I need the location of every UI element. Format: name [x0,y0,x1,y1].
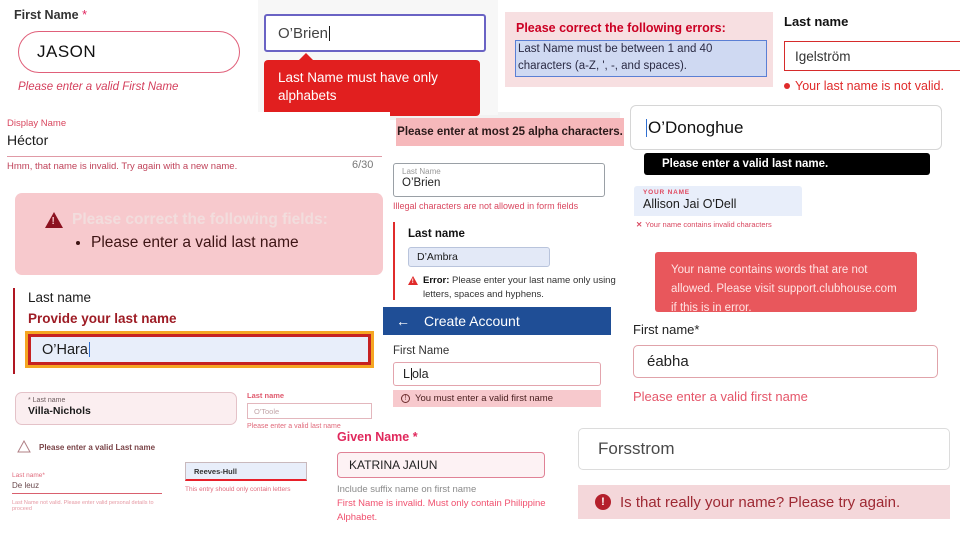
last-name-input[interactable]: O'Toole [247,403,372,419]
app-header-bar: ← Create Account [383,307,611,335]
last-name-value: Villa-Nichols [28,405,91,417]
back-arrow-icon[interactable]: ← [396,313,410,329]
display-name-input[interactable]: Héctor [7,132,390,148]
display-name-error: Hmm, that name is invalid. Try again wit… [7,161,238,172]
error-message: Is that really your name? Please try aga… [620,493,901,511]
error-summary-detail: Last Name must be between 1 and 40 chara… [515,40,767,77]
info-circle-icon: ! [401,394,410,403]
last-name-error: Illegal characters are not allowed in fo… [393,201,579,211]
panel-villa-nichols[interactable]: * Last name Villa-Nichols [15,392,237,425]
error-banner-list: Please enter a valid last name [77,234,383,252]
cross-icon: ✕ [636,220,643,229]
panel-forsstrom-input[interactable]: Forsstrom [578,428,950,470]
last-name-input[interactable]: Last Name O’Brien [393,163,605,197]
list-item: Please enter a valid last name [91,234,383,252]
panel-your-name: YOUR NAME Allison Jai O'Dell ✕ Your name … [634,186,806,234]
error-text: Please enter your last name only using l… [423,275,616,300]
last-name-error: Error: Please enter your last name only … [408,274,621,302]
your-name-input[interactable]: YOUR NAME Allison Jai O'Dell [634,186,802,216]
last-name-input[interactable]: O’Donoghue [630,105,942,150]
last-name-floating-label: Last Name [402,167,441,176]
warning-triangle-icon [17,440,31,453]
first-name-label: First Name [393,345,450,357]
text-caret [329,25,331,41]
last-name-input[interactable]: Reeves-Hull [185,462,307,481]
character-counter: 6/30 [352,159,374,171]
last-name-label: Last name [28,290,92,305]
underline-divider [7,156,382,157]
screenshot-collage: First Name * JASON Please enter a valid … [0,0,960,540]
first-name-input[interactable]: éabha [633,345,938,378]
error-banner-heading: Please correct the following fields: [45,211,383,229]
panel-alpha-limit-message: Please enter at most 25 alpha characters… [396,118,624,146]
first-name-label: First name* [633,322,700,337]
panel-dambra: Last name D’Ambra Error: Please enter yo… [393,222,621,300]
warning-triangle-icon [408,276,418,287]
exclamation-circle-icon: ! [595,494,611,510]
last-name-label: Last name [247,391,285,400]
panel-reeves-hull: Reeves-Hull This entry should only conta… [185,462,310,498]
panel-really-your-name: ! Is that really your name? Please try a… [578,485,950,519]
text-caret [646,118,647,137]
your-name-value: Allison Jai O'Dell [643,197,737,211]
panel-eabha: First name* éabha Please enter a valid f… [633,322,943,404]
last-name-input[interactable]: D’Ambra [408,247,550,267]
last-name-value: O’Brien [402,177,441,189]
panel-igelstrom: Last name Igelström Your last name is no… [780,8,960,100]
panel-display-name: Display Name Héctor Hmm, that name is in… [0,112,390,174]
given-name-input[interactable]: KATRINA JAIUN [337,452,545,478]
warning-message: Please enter a valid Last name [39,442,156,452]
panel-correct-errors: Please correct the following errors: Las… [505,12,773,87]
your-name-error: ✕ Your name contains invalid characters [636,220,772,229]
panel-otoole: Last name O'Toole Please enter a valid l… [247,391,377,435]
panel-first-name-jason: First Name * JASON Please enter a valid … [0,0,258,105]
underline-divider [12,493,162,494]
first-name-error: Please enter a valid first name [633,389,808,404]
given-name-label: Given Name * [337,430,418,444]
required-asterisk: * [82,8,87,22]
given-name-error: First Name is invalid. Must only contain… [337,498,546,523]
last-name-error-heading: Provide your last name [28,311,177,326]
panel-correct-fields: Please correct the following fields: Ple… [15,193,383,275]
panel-given-name: Given Name * KATRINA JAIUN Include suffi… [337,430,557,526]
bullet-dot-icon [784,83,790,89]
last-name-error: Last Name not valid. Please enter valid … [12,500,154,512]
last-name-input[interactable]: O’Brien [264,14,486,52]
first-name-error: ! You must enter a valid first name [393,390,601,407]
display-name-label: Display Name [7,118,67,129]
validation-tooltip: Please enter a valid last name. [644,153,930,175]
last-name-error: Please enter a valid last name [247,423,341,430]
first-name-label: First Name * [14,8,87,22]
error-summary-heading: Please correct the following errors: [516,21,726,35]
last-name-error: Your last name is not valid. [784,79,960,93]
panel-obrien-tooltip: O’Brien Last Name must have only alphabe… [258,0,498,117]
panel-de-leuz: Last name* De leuz Last Name not valid. … [12,472,172,514]
page-title: Create Account [424,313,520,329]
panel-illegal-chars: Last Name O’Brien Illegal characters are… [393,163,615,213]
first-name-input[interactable]: JASON [18,31,240,73]
panel-clubhouse-message: Your name contains words that are not al… [655,252,917,314]
text-caret [88,342,90,357]
last-name-label: Last name* [12,472,45,479]
first-name-error: Please enter a valid First Name [18,81,179,93]
warning-triangle-icon [45,212,63,228]
last-name-input[interactable]: Igelström [784,41,960,71]
panel-ohara: Last name Provide your last name O’Hara [13,288,383,374]
validation-tooltip: Last Name must have only alphabets [264,52,480,117]
last-name-label: * Last name [28,397,66,404]
last-name-input[interactable]: O’Hara [25,331,374,368]
first-name-input[interactable]: Lola [393,362,601,386]
last-name-label: Last name [408,228,465,240]
last-name-input[interactable]: De leuz [12,481,172,490]
last-name-label: Last name [784,14,849,29]
your-name-label: YOUR NAME [643,189,690,196]
panel-create-account: ← Create Account First Name Lola ! You m… [383,307,611,407]
panel-warning-row: Please enter a valid Last name [8,437,193,457]
panel-odonoghue: O’Donoghue Please enter a valid last nam… [630,105,950,175]
given-name-hint: Include suffix name on first name [337,484,477,495]
error-prefix: Error: [423,275,450,286]
last-name-error: This entry should only contain letters [185,486,291,493]
